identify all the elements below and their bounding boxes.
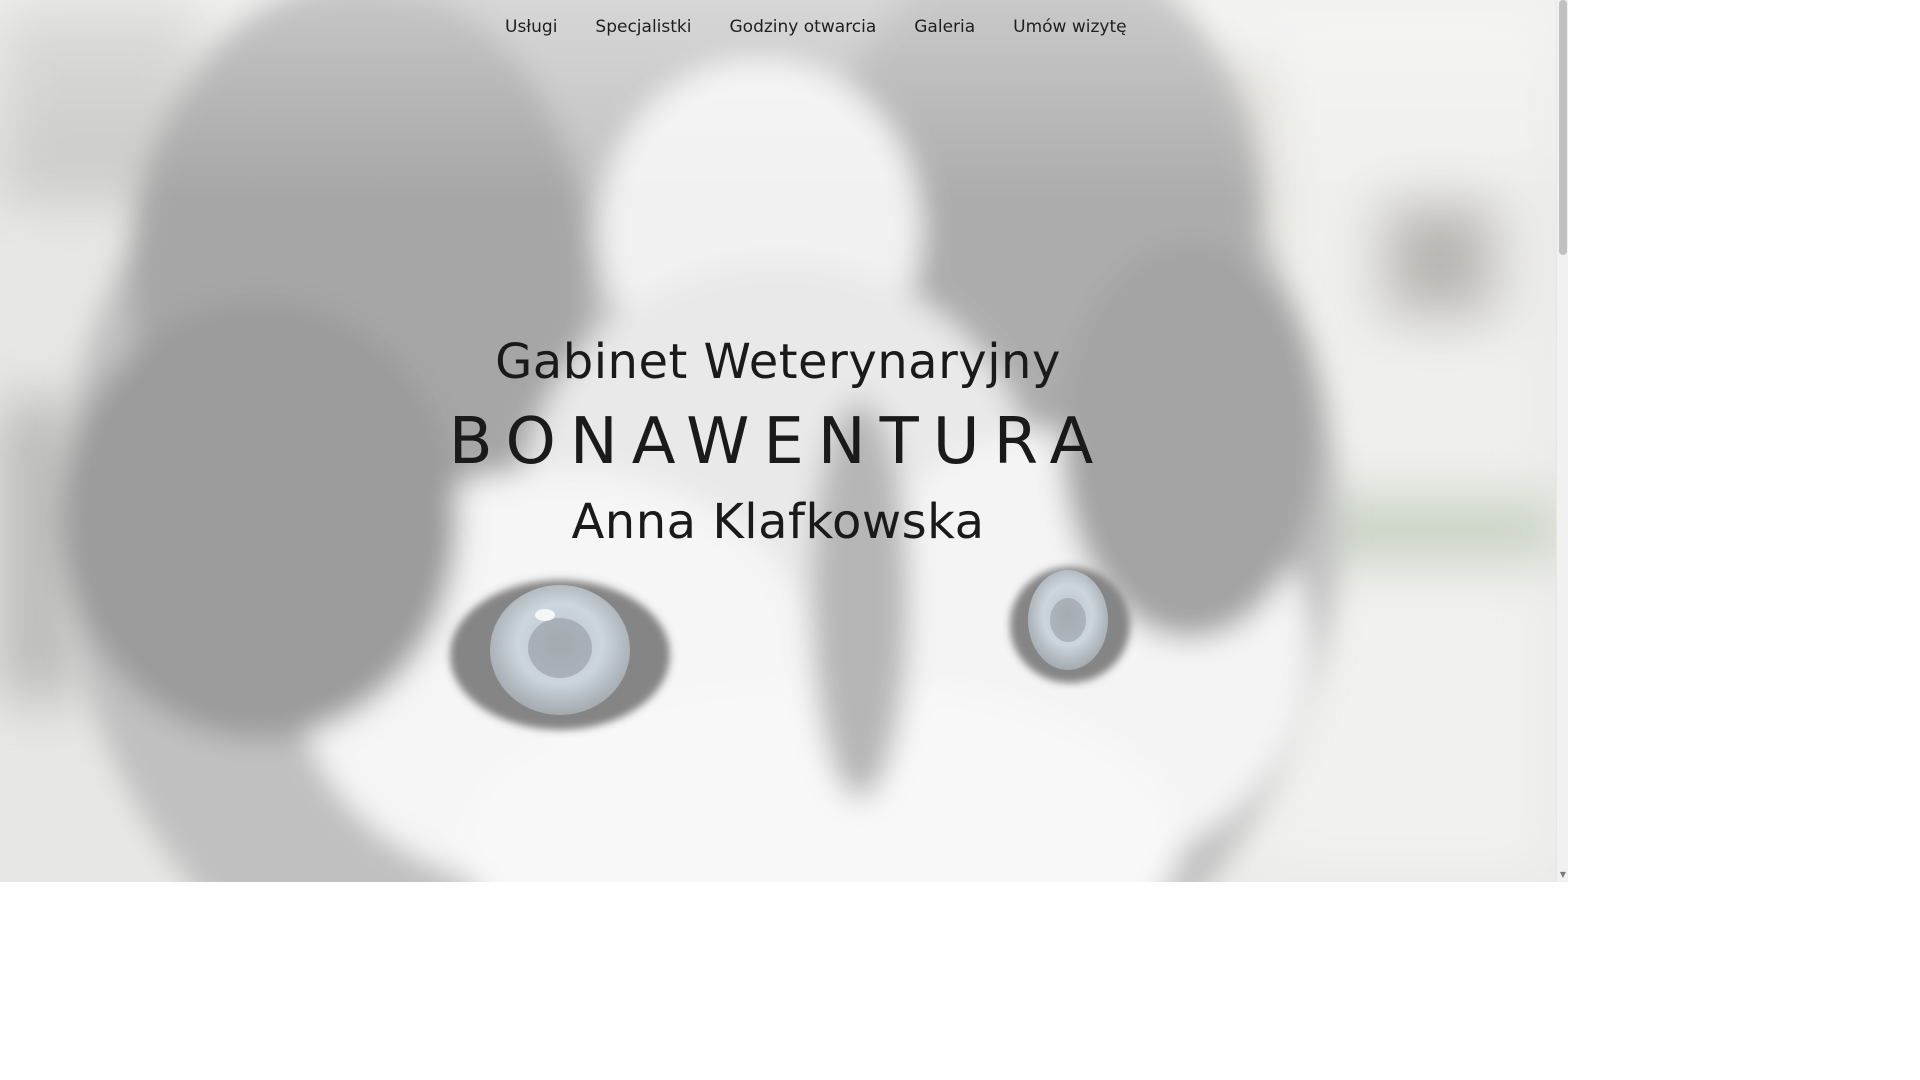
vertical-scrollbar[interactable]: ▼ [1556, 0, 1568, 882]
nav-link-specjalistki[interactable]: Specjalistki [576, 13, 710, 41]
hero-titles: Gabinet Weterynaryjny BONAWENTURA Anna K… [0, 326, 1556, 558]
main-nav: Usługi Specjalistki Godziny otwarcia Gal… [486, 12, 1146, 42]
nav-link-uslugi[interactable]: Usługi [486, 13, 576, 41]
nav-link-galeria[interactable]: Galeria [895, 13, 994, 41]
nav-link-umow-wizyte[interactable]: Umów wizytę [994, 13, 1145, 41]
triangle-down-icon[interactable]: ▼ [1557, 868, 1568, 882]
hero-title-clinic: Gabinet Weterynaryjny [495, 334, 1061, 390]
nav-link-godziny-otwarcia[interactable]: Godziny otwarcia [711, 13, 896, 41]
hero-section: Usługi Specjalistki Godziny otwarcia Gal… [0, 0, 1556, 882]
hero-title-brand: BONAWENTURA [448, 405, 1108, 479]
scrollbar-thumb[interactable] [1559, 0, 1567, 255]
hero-title-owner: Anna Klafkowska [571, 494, 985, 550]
page: Usługi Specjalistki Godziny otwarcia Gal… [0, 0, 1568, 882]
